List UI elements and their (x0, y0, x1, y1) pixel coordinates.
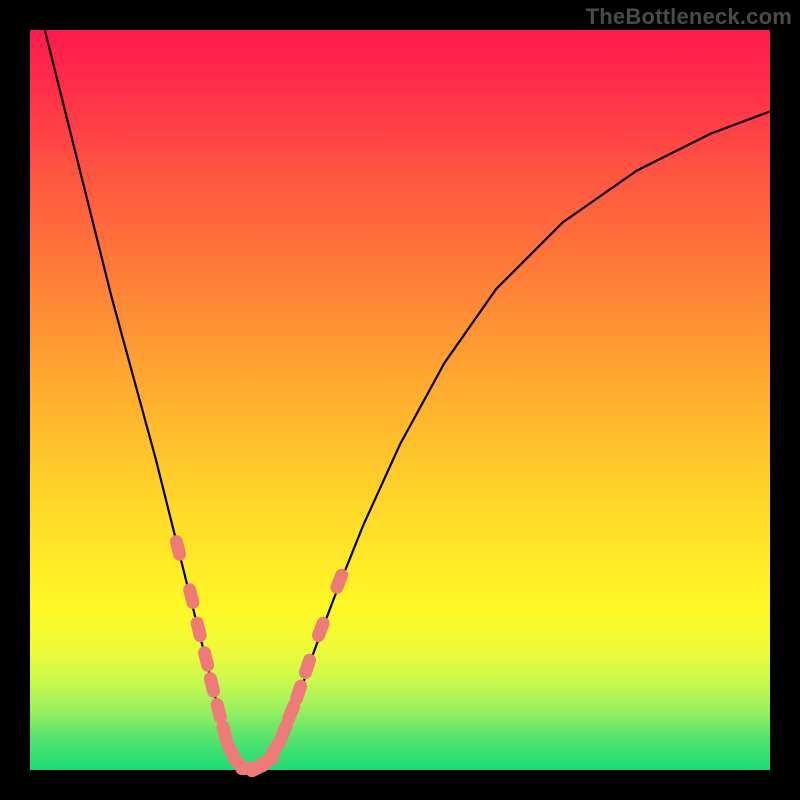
curve-marker (310, 615, 331, 644)
curve-marker (328, 567, 350, 596)
chart-svg (30, 30, 770, 770)
bottleneck-curve (45, 30, 770, 770)
curve-marker (189, 615, 208, 643)
curve-marker (203, 671, 222, 699)
curve-marker (197, 645, 216, 673)
plot-area (30, 30, 770, 770)
curve-marker (297, 652, 318, 681)
chart-frame: TheBottleneck.com (0, 0, 800, 800)
curve-marker (182, 582, 201, 610)
curve-marker (288, 678, 309, 707)
marker-layer (169, 534, 351, 780)
watermark-text: TheBottleneck.com (586, 4, 792, 30)
curve-marker (169, 534, 188, 562)
